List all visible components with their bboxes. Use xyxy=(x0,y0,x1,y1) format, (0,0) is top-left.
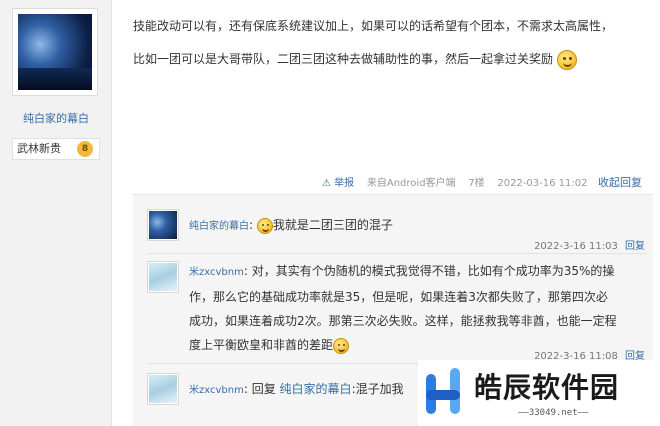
post-floor: 7楼 xyxy=(468,178,485,189)
reply-username[interactable]: 纯白家的幕白 xyxy=(189,221,249,232)
reply-body: 米zxcvbnm: 对，其实有个伪随机的模式我觉得不错，比如有个成功率为35%的… xyxy=(189,264,617,354)
avatar-image xyxy=(18,14,92,90)
post-source: 来自Android客户端 xyxy=(366,178,456,189)
reply-meta: 2022-3-16 11:03 回复 xyxy=(534,237,645,252)
reply-text: :混子加我 xyxy=(351,382,404,396)
author-sidebar: 纯白家的幕白 武林新贵 8 xyxy=(0,0,112,426)
divider xyxy=(147,253,647,254)
author-avatar[interactable] xyxy=(12,8,98,96)
smiley-emoticon-icon xyxy=(256,217,273,234)
reply-target-user[interactable]: 纯白家的幕白 xyxy=(280,382,352,396)
author-rank-badge: 武林新贵 8 xyxy=(12,138,100,160)
reply-button[interactable]: 回复 xyxy=(625,241,645,252)
reply-time: 2022-3-16 11:03 xyxy=(534,241,618,252)
post-line: 技能改动可以有，还有保底系统建议加上，如果可以的话希望有个团本，不需求太高属性， xyxy=(133,19,614,33)
reply-avatar[interactable] xyxy=(147,209,179,241)
reply-username[interactable]: 米zxcvbnm xyxy=(189,267,244,278)
collapse-replies-link[interactable]: 收起回复 xyxy=(598,174,642,190)
reply-prefix: 回复 xyxy=(251,382,276,396)
watermark-title: 皓辰软件园 xyxy=(474,371,620,404)
reply-item: 米zxcvbnm: 对，其实有个伪随机的模式我觉得不错，比如有个成功率为35%的… xyxy=(147,261,647,361)
reply-username[interactable]: 米zxcvbnm xyxy=(189,385,244,396)
reply-avatar[interactable] xyxy=(147,261,179,293)
embarrassed-emoticon-icon xyxy=(333,337,350,354)
smiley-emoticon-icon xyxy=(556,49,577,70)
rank-label: 武林新贵 xyxy=(17,142,61,155)
post-line: 比如一团可以是大哥带队，二团三团这种去做辅助性的事，然后一起拿过关奖励 xyxy=(133,43,633,76)
site-watermark: 皓辰软件园 ——33049.net—— xyxy=(418,360,660,426)
site-logo-icon xyxy=(426,368,460,414)
rank-level-icon: 8 xyxy=(77,141,93,157)
reply-text: 我就是二团三团的混子 xyxy=(272,218,393,232)
reply-avatar[interactable] xyxy=(147,373,179,405)
author-name[interactable]: 纯白家的幕白 xyxy=(0,110,112,126)
warning-icon: ⚠ xyxy=(322,178,331,189)
watermark-url: ——33049.net—— xyxy=(518,408,589,418)
report-link[interactable]: 举报 xyxy=(334,178,354,189)
reply-body: 纯白家的幕白: 我就是二团三团的混子 xyxy=(189,217,393,234)
post-meta-bar: ⚠ 举报 来自Android客户端 7楼 2022-03-16 11:02 收起… xyxy=(322,174,642,190)
post-time: 2022-03-16 11:02 xyxy=(497,178,588,189)
post-content: 技能改动可以有，还有保底系统建议加上，如果可以的话希望有个团本，不需求太高属性，… xyxy=(133,10,633,76)
